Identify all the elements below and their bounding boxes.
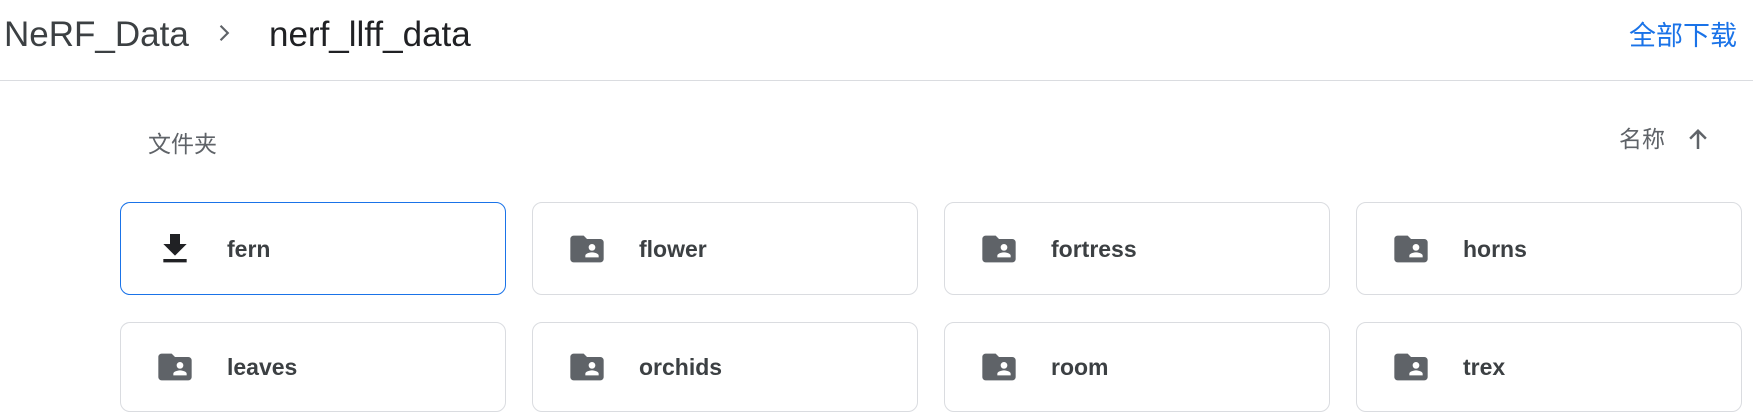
download-all-button[interactable]: 全部下载 xyxy=(1629,18,1737,54)
sort-label: 名称 xyxy=(1619,126,1665,152)
folder-card-fortress[interactable]: fortress xyxy=(944,202,1330,295)
folder-grid: fern flower fortress horns leaves orchid… xyxy=(120,202,1744,412)
breadcrumb-root[interactable]: NeRF_Data xyxy=(4,12,189,58)
folder-card-fern[interactable]: fern xyxy=(120,202,506,295)
folder-card-trex[interactable]: trex xyxy=(1356,322,1742,412)
folder-card-leaves[interactable]: leaves xyxy=(120,322,506,412)
shared-folder-icon xyxy=(567,229,607,269)
shared-folder-icon xyxy=(979,229,1019,269)
folder-name: fortress xyxy=(1051,235,1137,262)
folder-name: horns xyxy=(1463,235,1527,262)
shared-folder-icon xyxy=(567,347,607,387)
arrow-up-icon xyxy=(1689,129,1707,149)
breadcrumb-current: nerf_llff_data xyxy=(269,15,471,54)
chevron-right-icon xyxy=(219,24,230,42)
shared-folder-icon xyxy=(155,347,195,387)
shared-folder-icon xyxy=(1391,347,1431,387)
header-bar: NeRF_Data nerf_llff_data 全部下载 xyxy=(0,0,1753,81)
folder-name: orchids xyxy=(639,354,723,380)
shared-folder-icon xyxy=(979,347,1019,387)
folder-name: fern xyxy=(227,235,271,262)
folder-name: trex xyxy=(1463,354,1506,380)
folder-card-horns[interactable]: horns xyxy=(1356,202,1742,295)
folder-name: leaves xyxy=(227,354,298,380)
folder-card-orchids[interactable]: orchids xyxy=(532,322,918,412)
sort-by-name-button[interactable]: 名称 xyxy=(1619,122,1713,156)
section-label-folders: 文件夹 xyxy=(148,131,217,157)
folder-name: flower xyxy=(639,235,707,262)
download-icon[interactable] xyxy=(155,229,195,269)
folder-card-flower[interactable]: flower xyxy=(532,202,918,295)
folder-card-room[interactable]: room xyxy=(944,322,1330,412)
folder-name: room xyxy=(1051,354,1109,380)
shared-folder-icon xyxy=(1391,229,1431,269)
